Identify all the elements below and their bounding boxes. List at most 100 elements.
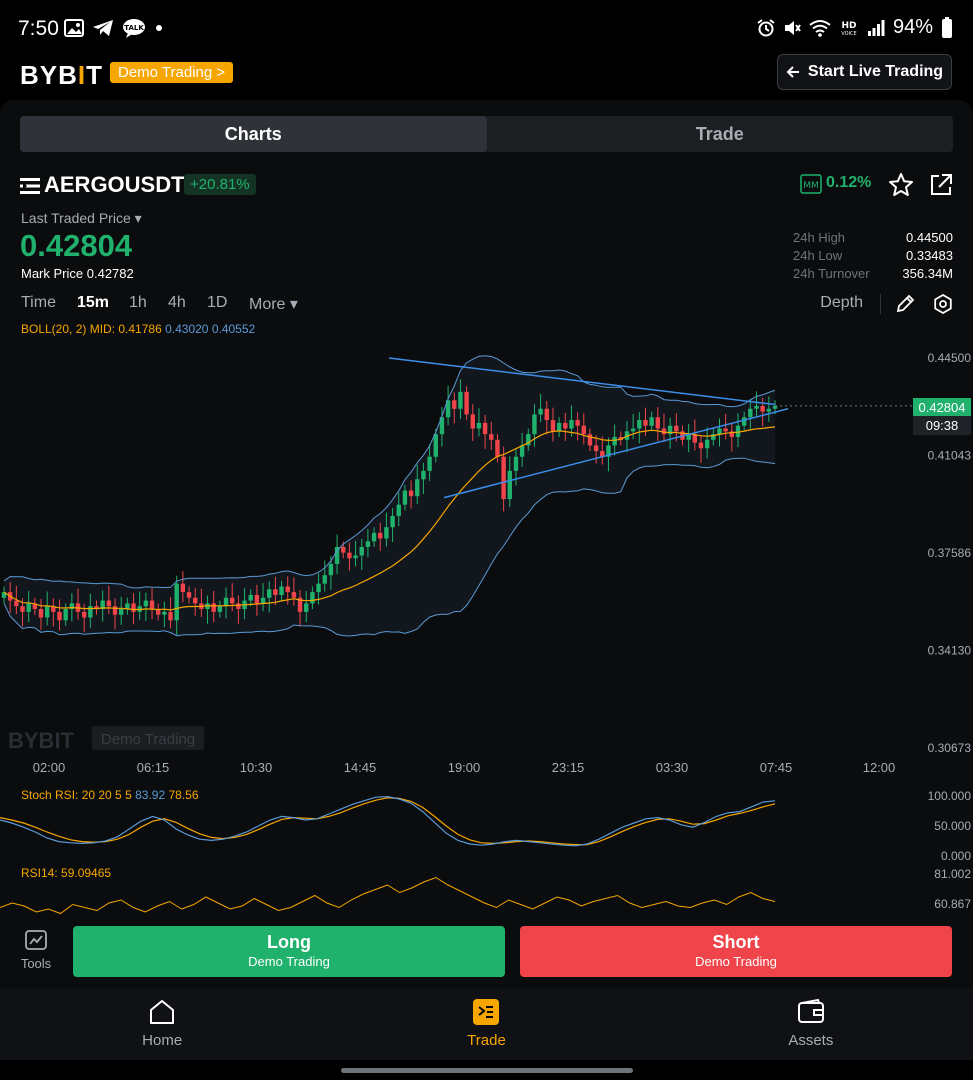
candle-body xyxy=(452,400,457,409)
price-chart[interactable]: BYBIT Demo Trading 0.44500 0.41043 0.37586 0.… xyxy=(0,340,973,920)
countdown-tag: 09:38 xyxy=(913,416,971,435)
candle-body xyxy=(44,606,50,618)
settings-icon[interactable] xyxy=(933,294,953,314)
start-live-trading-button[interactable]: Start Live Trading xyxy=(777,54,952,90)
candle-body xyxy=(174,583,179,621)
candle-body xyxy=(81,611,87,618)
stat-row: 24h Low 0.33483 xyxy=(793,248,953,266)
tf-1h[interactable]: 1h xyxy=(129,294,147,312)
candle-body xyxy=(310,592,315,604)
tf-15m[interactable]: 15m xyxy=(77,294,109,312)
telegram-icon xyxy=(93,20,113,36)
candle-body xyxy=(390,515,395,528)
symbol-list-icon[interactable] xyxy=(20,177,40,195)
candle-body xyxy=(341,546,346,553)
candle-body xyxy=(507,470,512,500)
logo-bar-text: I xyxy=(77,60,87,90)
candle-body xyxy=(402,490,408,505)
candle-body xyxy=(223,597,229,607)
time-tick-label: 12:00 xyxy=(863,760,896,775)
stat-value: 0.44500 xyxy=(906,230,953,245)
candle-body xyxy=(766,408,772,412)
share-icon[interactable] xyxy=(928,172,954,198)
candle-body xyxy=(408,490,414,497)
candle-body xyxy=(495,439,500,457)
tf-time[interactable]: Time xyxy=(21,294,56,312)
stoch-tick-label: 0.000 xyxy=(941,849,971,863)
candle-body xyxy=(254,594,260,604)
rsi-tick-label: 81.002 xyxy=(934,867,971,881)
tab-trade[interactable]: Trade xyxy=(487,116,954,152)
candle-body xyxy=(415,479,420,497)
candle-body xyxy=(538,408,543,415)
trade-icon xyxy=(473,999,500,1025)
demo-trading-badge[interactable]: Demo Trading > xyxy=(110,62,234,83)
candle-body xyxy=(760,405,765,412)
favorite-star-icon[interactable] xyxy=(888,172,914,198)
candle-body xyxy=(285,586,290,593)
logo-right-text: T xyxy=(86,60,104,90)
alarm-icon xyxy=(757,18,775,36)
main-panel: Charts Trade AERGOUSDT +20.81% MM 0.12% … xyxy=(0,100,973,988)
candle-body xyxy=(186,592,192,598)
divider xyxy=(880,294,881,314)
candle-body xyxy=(772,405,778,409)
time-tick-label: 19:00 xyxy=(448,760,481,775)
battery-icon xyxy=(942,16,952,38)
candle-body xyxy=(112,606,118,615)
stoch-rsi-d: 78.56 xyxy=(168,788,199,802)
candle-body xyxy=(106,600,112,607)
symbol-name[interactable]: AERGOUSDT xyxy=(44,172,185,198)
mark-price-label: Mark Price xyxy=(21,266,84,281)
pen-icon[interactable] xyxy=(895,294,915,314)
short-sub-label: Demo Trading xyxy=(695,954,777,969)
tf-more[interactable]: More ▾ xyxy=(249,294,298,314)
nav-assets[interactable]: Assets xyxy=(649,988,973,1060)
candle-body xyxy=(649,417,654,426)
gallery-icon xyxy=(64,19,84,37)
nav-trade[interactable]: Trade xyxy=(324,988,648,1060)
candle-body xyxy=(57,611,62,621)
short-button[interactable]: Short Demo Trading xyxy=(520,926,952,977)
last-traded-price-dropdown[interactable]: Last Traded Price ▾ xyxy=(21,210,142,227)
candle-body xyxy=(38,609,44,618)
boll-label: BOLL(20, 2) MID: 0.41786 xyxy=(21,322,162,336)
candle-body xyxy=(149,600,155,610)
candle-body xyxy=(674,425,679,432)
nav-trade-label: Trade xyxy=(467,1032,506,1049)
voice-text: VOICE xyxy=(841,31,856,37)
battery-level: 94% xyxy=(892,16,933,38)
candle-body xyxy=(513,456,519,471)
candle-body xyxy=(26,603,31,612)
long-button[interactable]: Long Demo Trading xyxy=(73,926,505,977)
candle-body xyxy=(575,420,580,426)
candle-body xyxy=(704,439,710,449)
candle-body xyxy=(347,552,352,559)
candle-body xyxy=(328,563,334,576)
price-tick-label: 0.34130 xyxy=(928,643,972,657)
time-tick-label: 14:45 xyxy=(344,760,377,775)
brand-bar: BYBIT Demo Trading > Start Live Trading xyxy=(0,54,973,100)
price-tick-label: 0.37586 xyxy=(928,546,972,560)
candle-body xyxy=(717,428,722,435)
candle-body xyxy=(464,391,469,415)
wallet-icon xyxy=(797,998,824,1023)
candle-body xyxy=(143,600,149,607)
candle-body xyxy=(587,434,593,446)
depth-tab[interactable]: Depth xyxy=(820,294,863,312)
candle-body xyxy=(118,609,124,615)
candle-body xyxy=(470,414,475,429)
tf-4h[interactable]: 4h xyxy=(168,294,186,312)
tf-1d[interactable]: 1D xyxy=(207,294,227,312)
stoch-tick-label: 100.000 xyxy=(928,789,972,803)
tab-charts[interactable]: Charts xyxy=(20,116,487,152)
candle-body xyxy=(384,527,389,539)
tools-button[interactable]: Tools xyxy=(16,930,56,971)
candle-body xyxy=(365,541,371,547)
nav-home[interactable]: Home xyxy=(0,988,324,1060)
timeframe-bar: Time 15m 1h 4h 1D More ▾ Depth xyxy=(21,294,953,316)
stat-row: 24h Turnover 356.34M xyxy=(793,266,953,284)
candle-body xyxy=(754,405,759,409)
dot-icon xyxy=(156,25,162,31)
candle-body xyxy=(563,422,568,429)
